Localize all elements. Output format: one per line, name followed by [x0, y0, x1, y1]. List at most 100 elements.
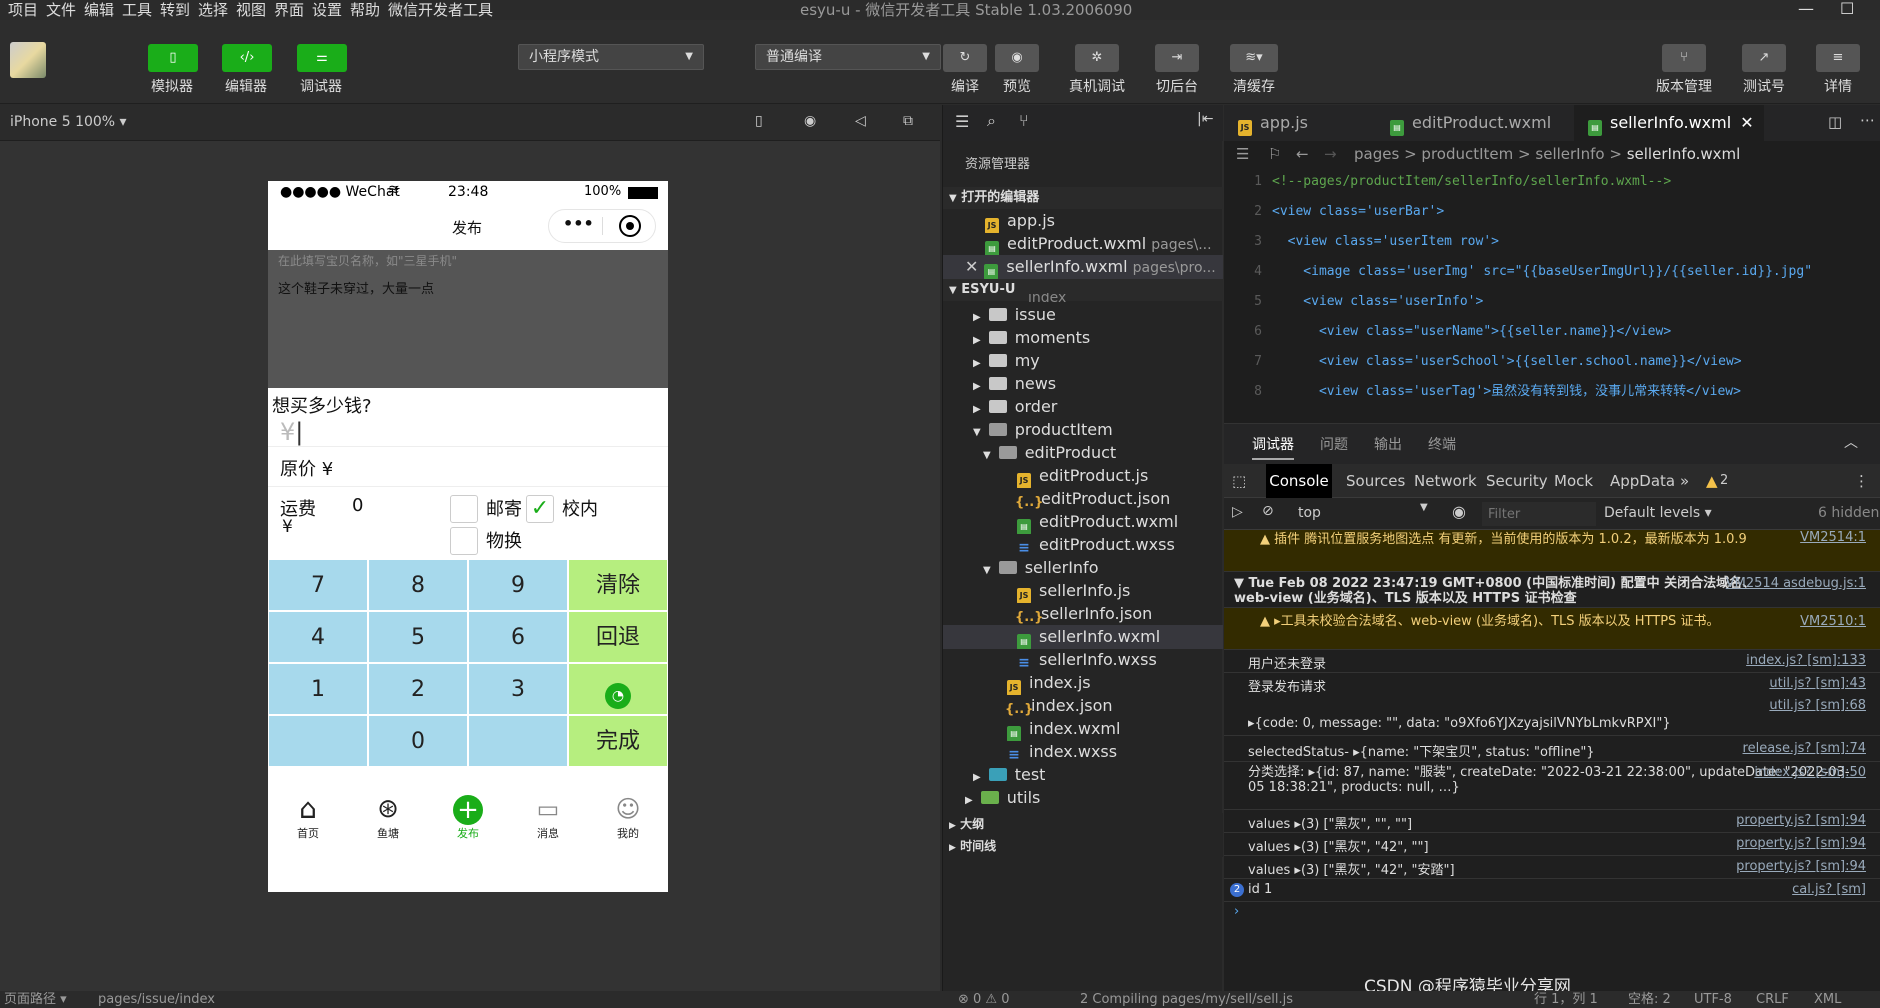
maximize-icon[interactable]: ☐: [1840, 0, 1854, 18]
test-account-button[interactable]: ↗: [1742, 44, 1786, 72]
record-icon[interactable]: ◉: [804, 113, 816, 129]
tab-terminal[interactable]: 终端: [1428, 434, 1456, 454]
chevron-up-icon[interactable]: ︿: [1844, 432, 1858, 452]
outline-section[interactable]: ▶ 大纲: [943, 813, 1223, 835]
key-clock[interactable]: ◔: [568, 663, 668, 715]
preview-button[interactable]: ◉: [995, 44, 1039, 72]
warning-icon[interactable]: ▲: [1706, 464, 1718, 498]
window-icon[interactable]: ⧉: [903, 113, 913, 129]
editor-toggle-button[interactable]: ‹/›: [222, 44, 272, 72]
tab-messages[interactable]: ▭ 消息: [508, 793, 588, 853]
key-blank-right[interactable]: [468, 715, 568, 767]
folder-my[interactable]: ▶ my: [943, 349, 1223, 373]
console-prompt[interactable]: ›: [1224, 902, 1880, 924]
log-source-link[interactable]: release.js? [sm]:74: [1743, 741, 1866, 756]
menu-item-file[interactable]: 文件: [46, 0, 76, 20]
exchange-checkbox[interactable]: [450, 527, 478, 555]
close-icon[interactable]: ✕: [965, 257, 978, 276]
key-8[interactable]: 8: [368, 559, 468, 611]
file-index-json[interactable]: {..}index.json: [943, 694, 1223, 718]
debugger-toggle-button[interactable]: ⚌: [297, 44, 347, 72]
tab-sources[interactable]: Sources: [1346, 464, 1405, 498]
back-icon[interactable]: ←: [1296, 141, 1309, 167]
log-entry[interactable]: selectedStatus- ▸{name: "下架宝贝", status: …: [1224, 736, 1880, 762]
menu-item-help[interactable]: 帮助: [350, 0, 380, 20]
log-entry-group[interactable]: ▼ Tue Feb 08 2022 23:47:19 GMT+0800 (中国标…: [1224, 572, 1880, 608]
open-editors-section[interactable]: ▼ 打开的编辑器: [943, 187, 1223, 209]
file-editproduct-js[interactable]: JS editProduct.js: [943, 464, 1223, 488]
log-source-link[interactable]: property.js? [sm]:94: [1736, 859, 1866, 874]
compile-button[interactable]: ↻: [943, 44, 987, 72]
log-entry[interactable]: 分类选择: ▸{id: 87, name: "服装", createDate: …: [1224, 762, 1880, 810]
log-source-link[interactable]: index.js? [sm]:50: [1754, 765, 1866, 780]
more-icon[interactable]: •••: [563, 214, 594, 233]
language-mode[interactable]: XML: [1814, 991, 1841, 1008]
page-path-label[interactable]: 页面路径 ▾: [4, 991, 67, 1008]
mail-checkbox[interactable]: [450, 495, 478, 523]
details-button[interactable]: ≡: [1816, 44, 1860, 72]
clear-cache-button[interactable]: ≋▾: [1230, 44, 1278, 72]
file-index-wxss[interactable]: ≡ index.wxss: [943, 740, 1223, 764]
real-debug-button[interactable]: ✲: [1075, 44, 1119, 72]
key-0[interactable]: 0: [368, 715, 468, 767]
file-index-wxml[interactable]: ▤ index.wxml: [943, 717, 1223, 741]
more-tabs-button[interactable]: »: [1680, 464, 1689, 498]
list-icon[interactable]: ☰: [1236, 141, 1249, 167]
encoding[interactable]: UTF-8: [1694, 991, 1732, 1008]
open-file-app-js[interactable]: JS app.js: [943, 209, 1223, 233]
key-1[interactable]: 1: [268, 663, 368, 715]
tab-mock[interactable]: Mock: [1554, 464, 1593, 498]
levels-select[interactable]: Default levels ▾: [1604, 505, 1712, 521]
tab-home[interactable]: ⌂ 首页: [268, 793, 348, 853]
problems-indicator[interactable]: ⊗ 0 ⚠ 0: [958, 991, 1010, 1008]
log-entry[interactable]: values ▸(3) ["黑灰", "42", "安踏"] property.j…: [1224, 856, 1880, 879]
tab-editproduct-wxml[interactable]: ▤ editProduct.wxml: [1376, 105, 1572, 141]
file-sellerinfo-json[interactable]: {..}sellerInfo.json: [943, 602, 1223, 626]
open-file-editproduct-wxml[interactable]: ▤ editProduct.wxml pages\...: [943, 232, 1223, 256]
folder-moments[interactable]: ▶ moments: [943, 326, 1223, 350]
mode-select[interactable]: 小程序模式 ▼: [518, 44, 704, 70]
tab-publish[interactable]: + 发布: [428, 793, 508, 853]
file-index-js[interactable]: JS index.js: [943, 671, 1223, 695]
inspect-icon[interactable]: ⬚: [1232, 472, 1246, 490]
branch-icon[interactable]: ⑂: [1019, 111, 1029, 130]
log-source-link[interactable]: VM2514:1: [1800, 530, 1866, 546]
bookmark-icon[interactable]: ⚐: [1268, 141, 1281, 167]
tab-pond[interactable]: ⊛ 鱼塘: [348, 793, 428, 853]
tab-appdata[interactable]: AppData: [1610, 464, 1675, 498]
original-price-row[interactable]: 原价 ¥: [268, 447, 668, 487]
title-input[interactable]: 在此填写宝贝名称，如"三星手机": [278, 252, 457, 269]
menu-item-interface[interactable]: 界面: [274, 0, 304, 20]
device-select[interactable]: iPhone 5 100% ▾: [10, 114, 127, 130]
tab-sellerinfo-wxml[interactable]: ▤ sellerInfo.wxml ✕: [1574, 105, 1764, 141]
menu-item-settings[interactable]: 设置: [312, 0, 342, 20]
background-button[interactable]: ⇥: [1155, 44, 1199, 72]
shipping-value[interactable]: 0: [352, 495, 363, 516]
log-source-link[interactable]: VM2514 asdebug.js:1: [1726, 576, 1866, 591]
menu-item-tools[interactable]: 工具: [122, 0, 152, 20]
code-area[interactable]: 1 <!--pages/productItem/sellerInfo/seller…: [1224, 167, 1880, 423]
key-blank-left[interactable]: [268, 715, 368, 767]
menu-item-wechat-devtools[interactable]: 微信开发者工具: [388, 0, 493, 20]
folder-editproduct[interactable]: ▼ editProduct: [943, 441, 1223, 465]
key-9[interactable]: 9: [468, 559, 568, 611]
console-filter-input[interactable]: [1482, 502, 1596, 526]
key-3[interactable]: 3: [468, 663, 568, 715]
folder-sellerinfo[interactable]: ▼ sellerInfo: [943, 556, 1223, 580]
price-input[interactable]: ¥|: [280, 418, 303, 446]
log-source-link[interactable]: VM2510:1: [1800, 614, 1866, 629]
file-editproduct-wxml[interactable]: ▤ editProduct.wxml: [943, 510, 1223, 534]
eye-icon[interactable]: ◉: [1452, 502, 1466, 521]
log-source-link[interactable]: property.js? [sm]:94: [1736, 813, 1866, 828]
campus-checkbox[interactable]: ✓: [526, 495, 554, 523]
avatar[interactable]: [10, 42, 46, 78]
key-2[interactable]: 2: [368, 663, 468, 715]
sidebar-toggle-icon[interactable]: ▷: [1232, 504, 1243, 520]
file-editproduct-json[interactable]: {..}editProduct.json: [943, 487, 1223, 511]
key-7[interactable]: 7: [268, 559, 368, 611]
minimize-icon[interactable]: —: [1798, 0, 1814, 18]
breadcrumb-item[interactable]: sellerInfo: [1535, 145, 1604, 163]
folder-test[interactable]: ▶ test: [943, 763, 1223, 787]
simulator-toggle-button[interactable]: ▯: [148, 44, 198, 72]
forward-icon[interactable]: →: [1324, 141, 1337, 167]
